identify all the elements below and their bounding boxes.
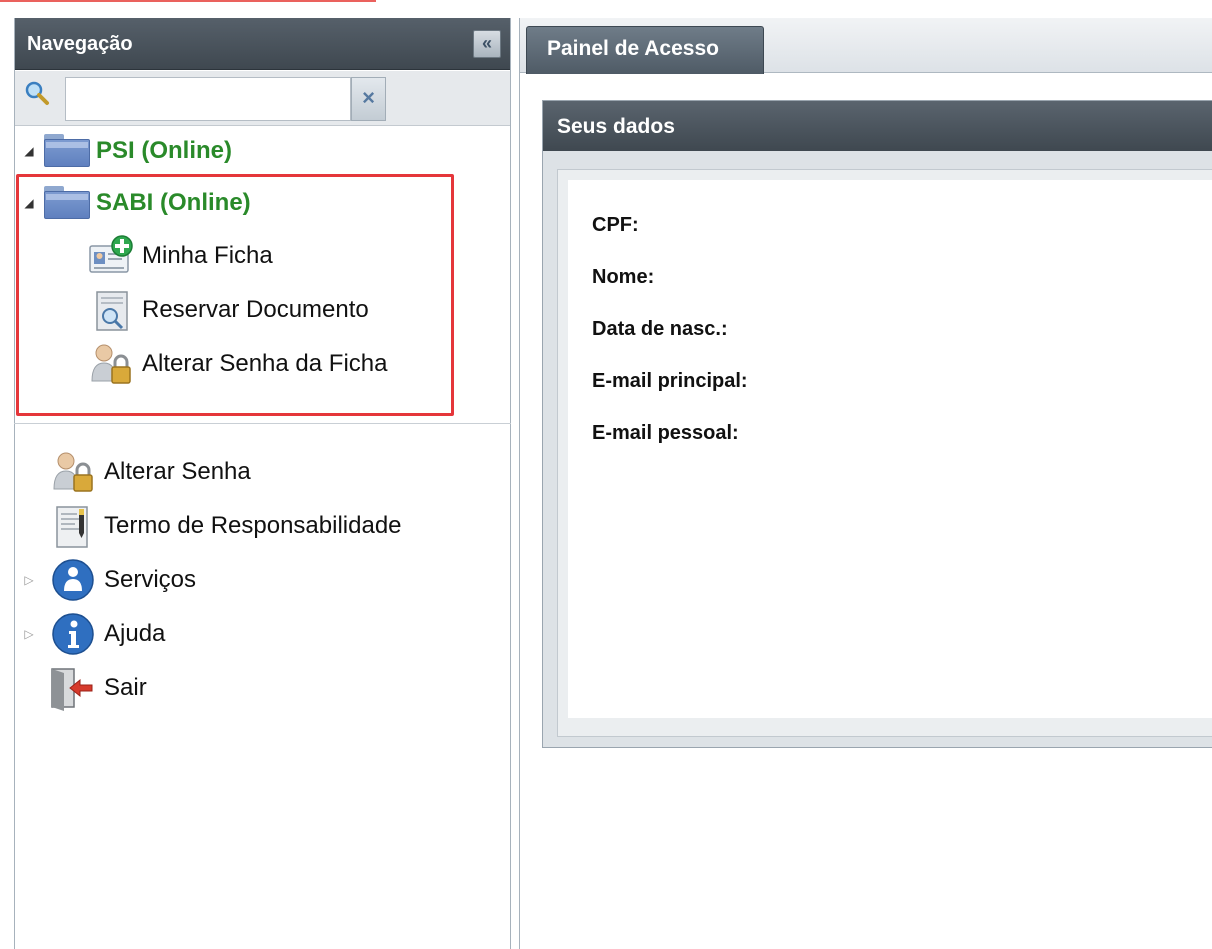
panel-title: Seus dados	[543, 101, 1212, 151]
tree-node-psi[interactable]: ◢ PSI (Online)	[22, 130, 232, 172]
field-email-pessoal-label: E-mail pessoal:	[592, 422, 739, 444]
menu-item-alterar-senha[interactable]: Alterar Senha	[50, 451, 251, 493]
menu-item-label: Serviços	[104, 566, 197, 593]
sidebar-divider	[14, 423, 511, 424]
field-cpf-label: CPF:	[592, 214, 639, 236]
field-nome-label: Nome:	[592, 266, 655, 288]
tab-strip: Painel de Acesso	[520, 18, 1212, 74]
collapse-sidebar-button[interactable]: «	[473, 30, 501, 58]
menu-item-sair[interactable]: Sair	[50, 665, 147, 711]
menu-item-label: Ajuda	[104, 620, 166, 647]
user-lock-icon	[50, 449, 96, 495]
panel-content: CPF: Nome: Data de nasc.: E-mail princip…	[568, 180, 1212, 718]
field-email-principal-label: E-mail principal:	[592, 370, 748, 392]
top-strip	[0, 0, 1212, 7]
app-root: Navegação « × ◢ PSI (Online) ◢ SABI (Onl…	[0, 0, 1212, 949]
exit-icon	[50, 665, 96, 711]
menu-item-label: Sair	[104, 674, 147, 701]
menu-item-label: Termo de Responsabilidade	[104, 512, 402, 539]
main-panel: Painel de Acesso Seus dados CPF: Nome: D…	[519, 18, 1212, 949]
highlight-box	[16, 174, 454, 416]
expand-triangle-icon[interactable]: ▷	[22, 573, 36, 587]
info-icon	[50, 611, 96, 657]
panel-inner-frame: CPF: Nome: Data de nasc.: E-mail princip…	[557, 169, 1212, 737]
search-bar: ×	[15, 71, 510, 126]
expand-triangle-icon[interactable]: ◢	[22, 144, 36, 158]
menu-item-servicos[interactable]: ▷ Serviços	[22, 559, 196, 601]
document-pen-icon	[50, 503, 96, 549]
expand-triangle-icon[interactable]: ▷	[22, 627, 36, 641]
menu-item-label: Alterar Senha	[104, 458, 251, 485]
field-data-nasc-label: Data de nasc.:	[592, 318, 728, 340]
sidebar-title: Navegação	[27, 33, 133, 55]
seus-dados-panel: Seus dados CPF: Nome: Data de nasc.: E-m…	[542, 100, 1212, 748]
sidebar-header: Navegação «	[15, 18, 510, 70]
menu-item-termo-responsabilidade[interactable]: Termo de Responsabilidade	[50, 503, 402, 549]
top-red-line	[0, 0, 376, 2]
folder-icon	[44, 134, 90, 168]
user-circle-icon	[50, 557, 96, 603]
search-input[interactable]	[65, 77, 351, 121]
menu-item-ajuda[interactable]: ▷ Ajuda	[22, 613, 165, 655]
search-clear-button[interactable]: ×	[351, 77, 386, 121]
tab-painel-de-acesso[interactable]: Painel de Acesso	[526, 26, 764, 74]
tree-node-label: PSI (Online)	[96, 137, 233, 164]
search-icon	[25, 81, 49, 105]
